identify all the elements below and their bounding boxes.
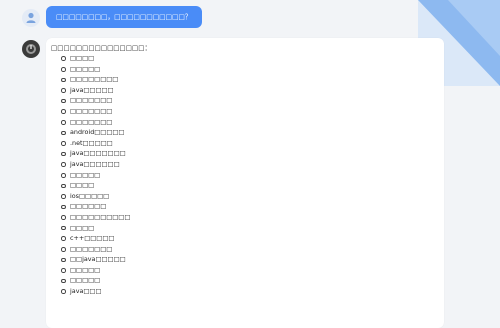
list-item: c++□□□□□ bbox=[60, 233, 130, 244]
list-item: java□□□□□□□ bbox=[60, 148, 130, 159]
list-item: □□java□□□□□ bbox=[60, 254, 130, 265]
list-item: java□□□□□□ bbox=[60, 159, 130, 170]
list-item: □□□□ bbox=[60, 53, 130, 64]
list-item: □□□□□ bbox=[60, 64, 130, 75]
list-item: □□□□ bbox=[60, 180, 130, 191]
list-item: java□□□ bbox=[60, 286, 130, 297]
user-message-bubble: □□□□□□□□，□□□□□□□□□□□？ bbox=[46, 6, 202, 28]
user-icon bbox=[26, 12, 36, 23]
assistant-answer-card: □□□□□□□□□□□□□□□： □□□□ □□□□□ □□□□□□□□ jav… bbox=[46, 38, 444, 328]
list-item: android□□□□□ bbox=[60, 127, 130, 138]
answer-list: □□□□ □□□□□ □□□□□□□□ java□□□□□ □□□□□□□ □□… bbox=[60, 53, 131, 297]
answer-intro: □□□□□□□□□□□□□□□： bbox=[51, 44, 152, 52]
list-item: □□□□□ bbox=[60, 170, 130, 181]
bot-icon bbox=[26, 44, 36, 54]
list-item: java□□□□□ bbox=[60, 85, 130, 96]
assistant-avatar bbox=[22, 40, 40, 58]
user-message-row: □□□□□□□□，□□□□□□□□□□□？ bbox=[0, 6, 500, 30]
user-avatar bbox=[22, 9, 40, 27]
list-item: □□□□□□□□ bbox=[60, 74, 130, 85]
list-item: □□□□ bbox=[60, 223, 130, 234]
list-item: □□□□□□ bbox=[60, 201, 130, 212]
list-item: □□□□□ bbox=[60, 275, 130, 286]
list-item: ios□□□□□ bbox=[60, 191, 130, 202]
list-item: □□□□□ bbox=[60, 265, 130, 276]
list-item: □□□□□□□ bbox=[60, 244, 130, 255]
list-item: .net□□□□□ bbox=[60, 138, 130, 149]
list-item: □□□□□□□ bbox=[60, 95, 130, 106]
list-item: □□□□□□□□□□ bbox=[60, 212, 131, 221]
list-item: □□□□□□□ bbox=[60, 117, 130, 128]
list-item: □□□□□□□ bbox=[60, 106, 130, 117]
